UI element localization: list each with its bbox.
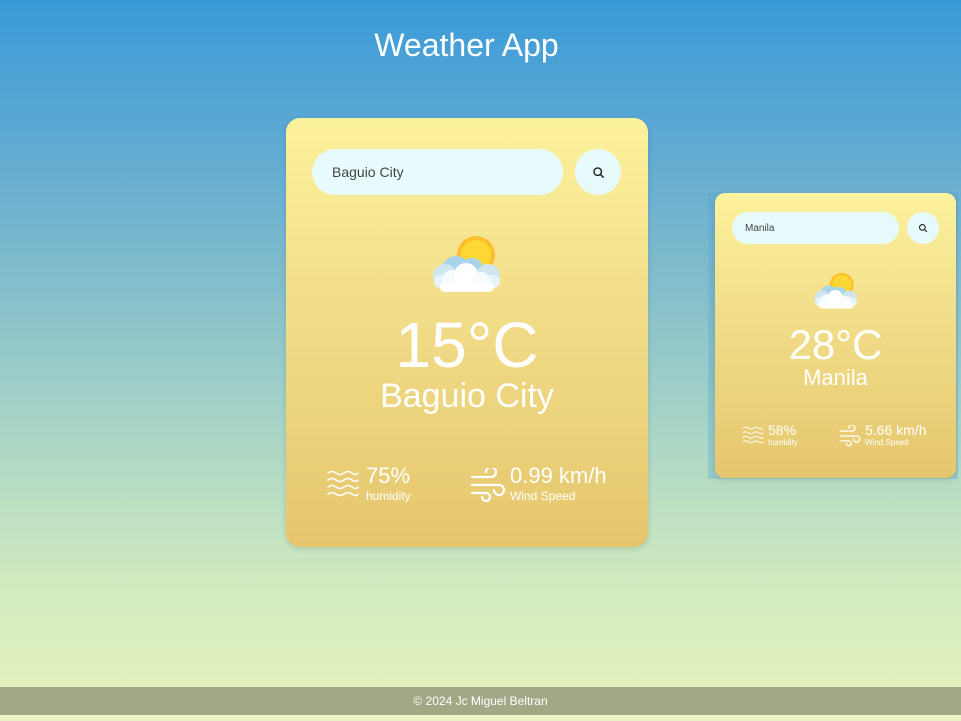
- search-button[interactable]: [907, 212, 939, 244]
- partly-cloudy-icon: [809, 269, 863, 311]
- humidity-value: 58%: [768, 422, 797, 438]
- weather-card-main: 15°C Baguio City 75% humidity 0.99 km/h …: [286, 118, 648, 547]
- footer-copyright: © 2024 Jc Miguel Beltran: [0, 687, 961, 715]
- city-name: Baguio City: [380, 377, 554, 415]
- city-name: Manila: [803, 365, 868, 390]
- humidity-label: humidity: [366, 489, 411, 503]
- wind-icon: [839, 425, 861, 447]
- wind-icon: [470, 468, 506, 502]
- temperature-value: 15°C: [395, 309, 539, 381]
- city-search-input[interactable]: [312, 149, 563, 195]
- wind-speed-value: 0.99 km/h: [510, 463, 607, 488]
- wind-speed-label: Wind Speed: [510, 489, 576, 503]
- wind-speed-value: 5.66 km/h: [865, 422, 927, 438]
- humidity-label: humidity: [768, 438, 798, 447]
- search-button[interactable]: [575, 149, 621, 195]
- weather-card-side: 28°C Manila 58% humidity 5.66 km/h Wind …: [715, 193, 956, 478]
- wind-speed-label: Wind Speed: [865, 438, 909, 447]
- waves-icon: [742, 425, 764, 447]
- footer-strip: [0, 715, 961, 721]
- temperature-value: 28°C: [788, 321, 883, 368]
- search-icon: [592, 166, 605, 179]
- partly-cloudy-icon: [426, 230, 508, 296]
- city-search-input[interactable]: [732, 212, 899, 244]
- app-title: Weather App: [374, 27, 559, 64]
- search-icon: [918, 223, 928, 233]
- waves-icon: [326, 468, 360, 502]
- humidity-value: 75%: [366, 463, 411, 488]
